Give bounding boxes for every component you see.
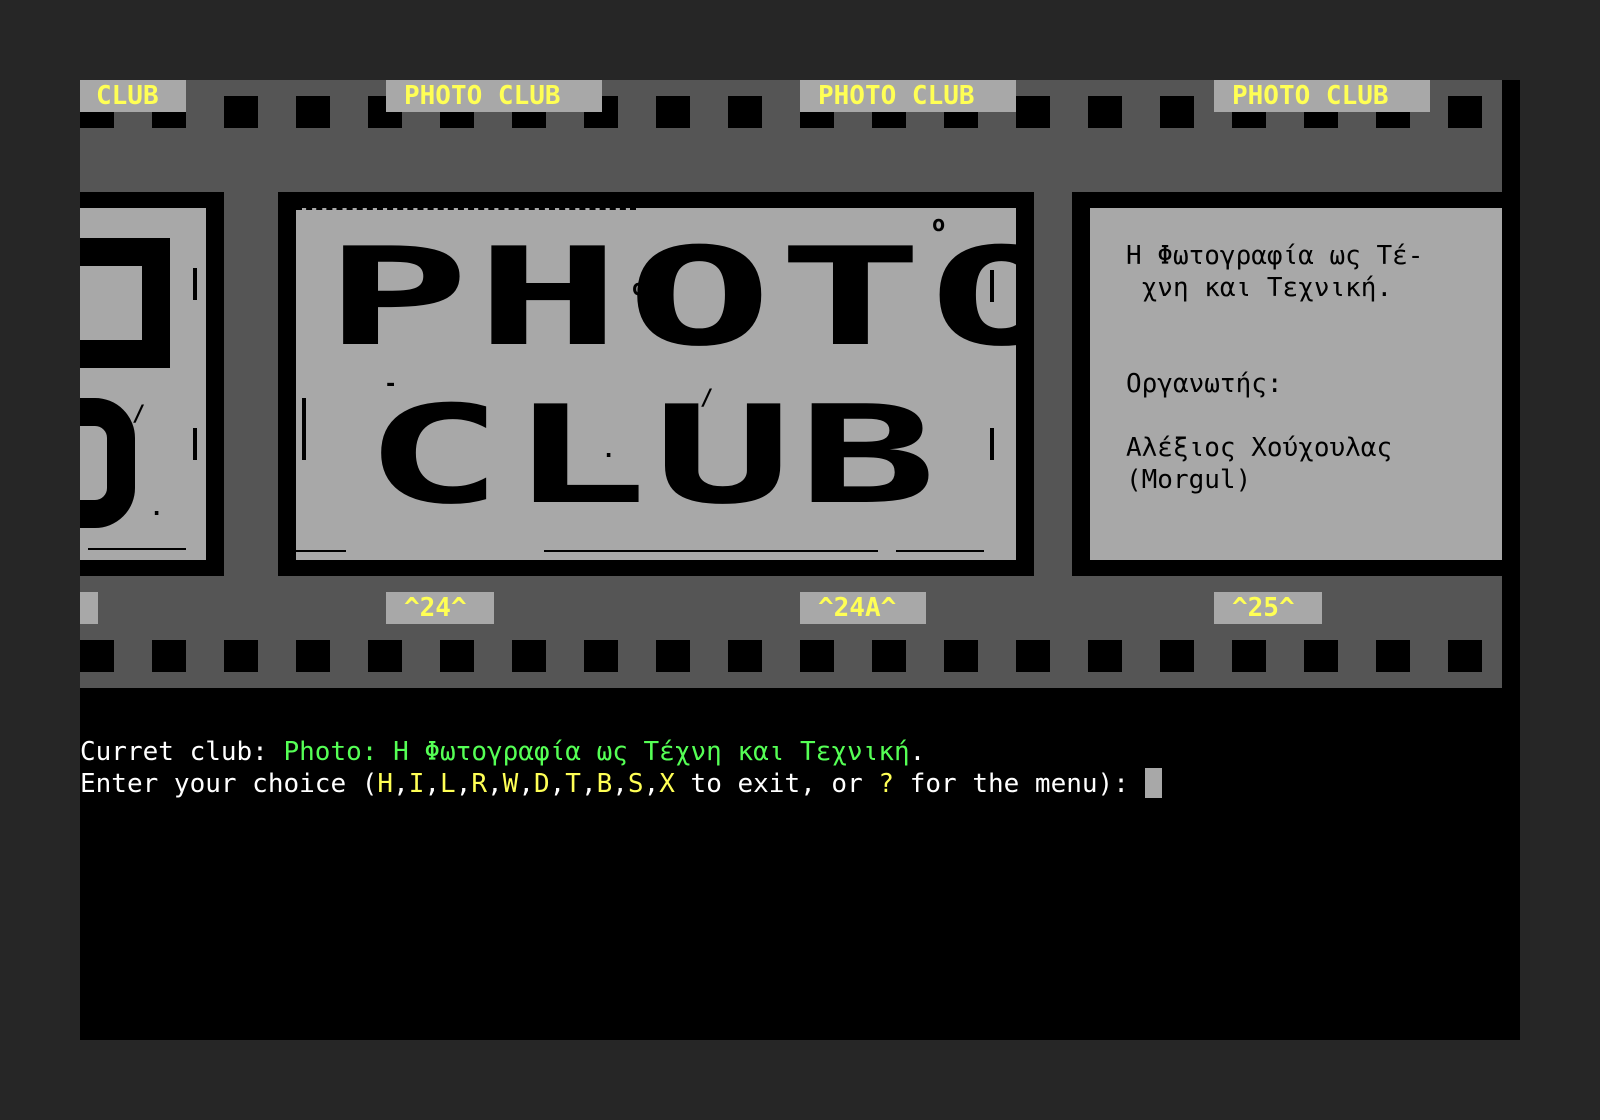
menu-key-r[interactable]: R (471, 769, 487, 799)
banner-club-text: CLUB (364, 376, 943, 534)
info-description-line2: χνη και Τεχνική. (1126, 273, 1393, 303)
frame-number: ^25^ (1214, 592, 1322, 624)
current-club-value: Photo: Η Φωτογραφία ως Τέχνη και Τεχνική (283, 737, 910, 767)
input-cursor[interactable] (1144, 768, 1162, 798)
sprocket-hole (1232, 640, 1266, 672)
sprocket-hole (944, 640, 978, 672)
key-separator: , (612, 769, 628, 799)
menu-key-b[interactable]: B (597, 769, 613, 799)
key-separator: , (424, 769, 441, 799)
prompt-start: Enter your choice ( (80, 769, 378, 799)
sprocket-hole (800, 640, 834, 672)
key-separator: , (393, 769, 409, 799)
club-info-panel: Η Φωτογραφία ως Τέ- χνη και Τεχνική. Οργ… (1090, 208, 1502, 560)
sprocket-hole (1016, 96, 1050, 128)
sprocket-hole (656, 96, 690, 128)
sprocket-hole (584, 640, 618, 672)
menu-key-t[interactable]: T (565, 769, 581, 799)
key-separator: , (643, 769, 660, 799)
menu-key-d[interactable]: D (534, 769, 550, 799)
menu-key-s[interactable]: S (628, 769, 644, 799)
frame-tag-photo-club: PHOTO CLUB (386, 80, 602, 112)
sprocket-hole (1016, 640, 1050, 672)
menu-key-l[interactable]: L (440, 769, 456, 799)
organizer-alias: (Morgul) (1126, 465, 1252, 495)
key-separator: , (580, 769, 597, 799)
menu-key-i[interactable]: I (409, 769, 425, 799)
frame-tag-photo-club: PHOTO CLUB (800, 80, 1016, 112)
sprocket-hole (1304, 640, 1338, 672)
sprocket-hole (80, 640, 114, 672)
menu-key-x[interactable]: X (659, 769, 675, 799)
sprocket-hole (224, 96, 258, 128)
frame-tag-partial: CLUB (80, 80, 186, 112)
sprocket-hole (1376, 640, 1410, 672)
sprocket-hole (440, 640, 474, 672)
current-club-label: Curret club: (80, 737, 284, 767)
sprocket-hole (872, 640, 906, 672)
sprocket-hole (1160, 640, 1194, 672)
key-separator: , (518, 769, 534, 799)
film-strip: CLUB PHOTO CLUB PHOTO CLUB PHOTO CLUB ^2… (80, 80, 1502, 688)
current-club-end: . (909, 737, 926, 767)
help-key[interactable]: ? (878, 769, 894, 799)
prompt-end: for the menu): (894, 769, 1145, 799)
prompt-exit: to exit, or (674, 769, 879, 799)
info-description-line1: Η Φωτογραφία ως Τέ- (1126, 241, 1424, 271)
menu-key-w[interactable]: W (503, 769, 519, 799)
key-separator: , (455, 769, 472, 799)
sprocket-hole (656, 640, 690, 672)
sprocket-hole (1448, 96, 1482, 128)
banner-photo-text: PHOTO (324, 218, 1016, 376)
choice-prompt-line: Enter your choice (H,I,L,R,W,D,T,B,S,X t… (80, 768, 1162, 800)
sprocket-hole (296, 640, 330, 672)
key-separator: , (487, 769, 503, 799)
menu-key-h[interactable]: H (377, 769, 393, 799)
sprocket-hole (368, 640, 402, 672)
frame-picture-left: / . (80, 208, 206, 560)
sprocket-hole (728, 96, 762, 128)
frame-number: ^24A^ (800, 592, 926, 624)
key-separator: , (549, 769, 566, 799)
terminal-screen: CLUB PHOTO CLUB PHOTO CLUB PHOTO CLUB ^2… (80, 80, 1520, 1040)
photo-club-banner: PHOTO CLUB o o / - . (296, 208, 1016, 560)
menu-keys: H,I,L,R,W,D,T,B,S,X (377, 769, 674, 799)
sprocket-hole (1088, 640, 1122, 672)
frame-number: ^24^ (386, 592, 494, 624)
organizer-name: Αλέξιος Χούχουλας (1126, 433, 1393, 463)
frame-number-partial (80, 592, 98, 624)
frame-tag-photo-club: PHOTO CLUB (1214, 80, 1430, 112)
sprocket-hole (1160, 96, 1194, 128)
sprocket-hole (1448, 640, 1482, 672)
sprocket-hole (224, 640, 258, 672)
organizer-label: Οργανωτής: (1126, 369, 1283, 399)
sprocket-hole (512, 640, 546, 672)
current-club-line: Curret club: Photo: Η Φωτογραφία ως Τέχν… (80, 736, 925, 768)
sprocket-hole (728, 640, 762, 672)
sprocket-hole (296, 96, 330, 128)
sprocket-hole (1088, 96, 1122, 128)
sprocket-hole (152, 640, 186, 672)
